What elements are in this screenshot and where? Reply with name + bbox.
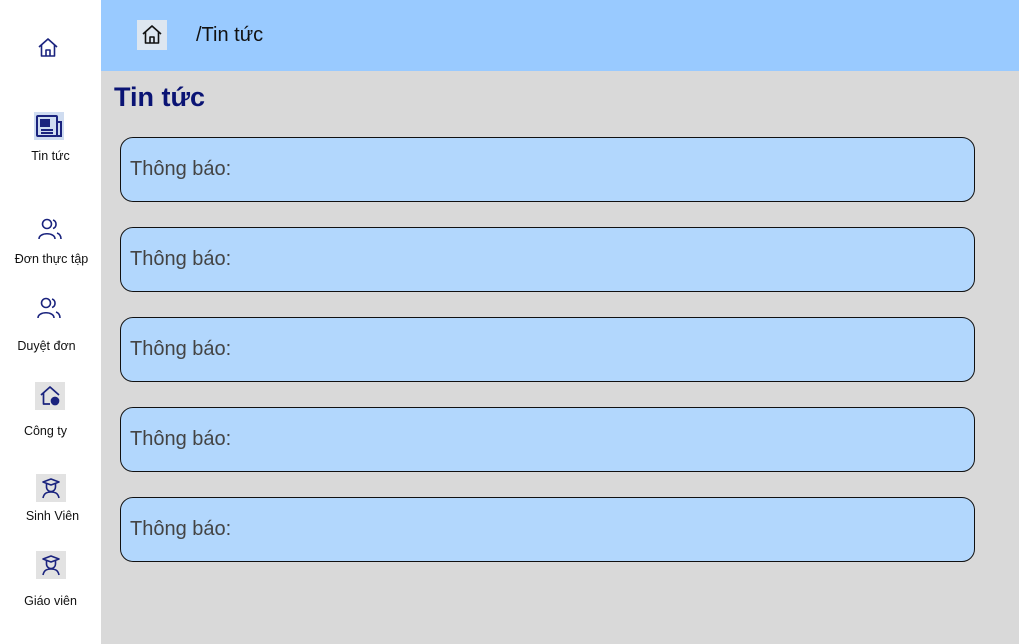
newspaper-icon xyxy=(34,112,64,140)
sidebar-item-company[interactable]: Công ty xyxy=(0,382,101,442)
breadcrumb: /Tin tức xyxy=(196,24,264,46)
home-icon xyxy=(140,23,164,47)
sidebar-item-label: Công ty xyxy=(23,424,68,438)
sidebar-item-label: Giáo viên xyxy=(24,594,77,608)
news-card[interactable]: Thông báo: xyxy=(120,317,975,382)
sidebar-item-internship-form[interactable]: Đơn thực tập xyxy=(0,214,101,269)
page-title: Tin tức xyxy=(114,82,206,112)
news-card[interactable]: Thông báo: xyxy=(120,407,975,472)
sidebar-item-label: Duyệt đơn xyxy=(17,339,76,353)
sidebar: Tin tức Đơn thực tập Duyệt đơn Công ty S… xyxy=(0,0,101,644)
sidebar-item-label: Tin tức xyxy=(31,149,70,163)
main-content: Tin tức Thông báo: Thông báo: Thông báo:… xyxy=(101,71,1019,644)
sidebar-item-home[interactable] xyxy=(0,30,101,70)
news-card-text: Thông báo: xyxy=(130,338,232,360)
news-card-text: Thông báo: xyxy=(130,158,232,180)
sidebar-item-label: Đơn thực tập xyxy=(14,252,89,266)
teacher-icon xyxy=(36,551,66,579)
news-card-text: Thông báo: xyxy=(130,428,232,450)
student-icon xyxy=(36,474,66,502)
news-card-text: Thông báo: xyxy=(130,518,232,540)
company-icon xyxy=(35,382,65,410)
news-card[interactable]: Thông báo: xyxy=(120,227,975,292)
home-button[interactable] xyxy=(137,20,167,50)
sidebar-item-approve[interactable]: Duyệt đơn xyxy=(0,294,101,354)
sidebar-item-news[interactable]: Tin tức xyxy=(0,112,101,167)
users-icon xyxy=(35,215,65,243)
sidebar-item-student[interactable]: Sinh Viên xyxy=(0,473,101,528)
home-icon xyxy=(33,34,63,62)
news-card[interactable]: Thông báo: xyxy=(120,497,975,562)
sidebar-item-label: Sinh Viên xyxy=(25,509,80,523)
news-card-text: Thông báo: xyxy=(130,248,232,270)
news-card[interactable]: Thông báo: xyxy=(120,137,975,202)
sidebar-item-teacher[interactable]: Giáo viên xyxy=(0,550,101,610)
top-header: /Tin tức xyxy=(101,0,1019,71)
users-icon xyxy=(34,294,64,322)
